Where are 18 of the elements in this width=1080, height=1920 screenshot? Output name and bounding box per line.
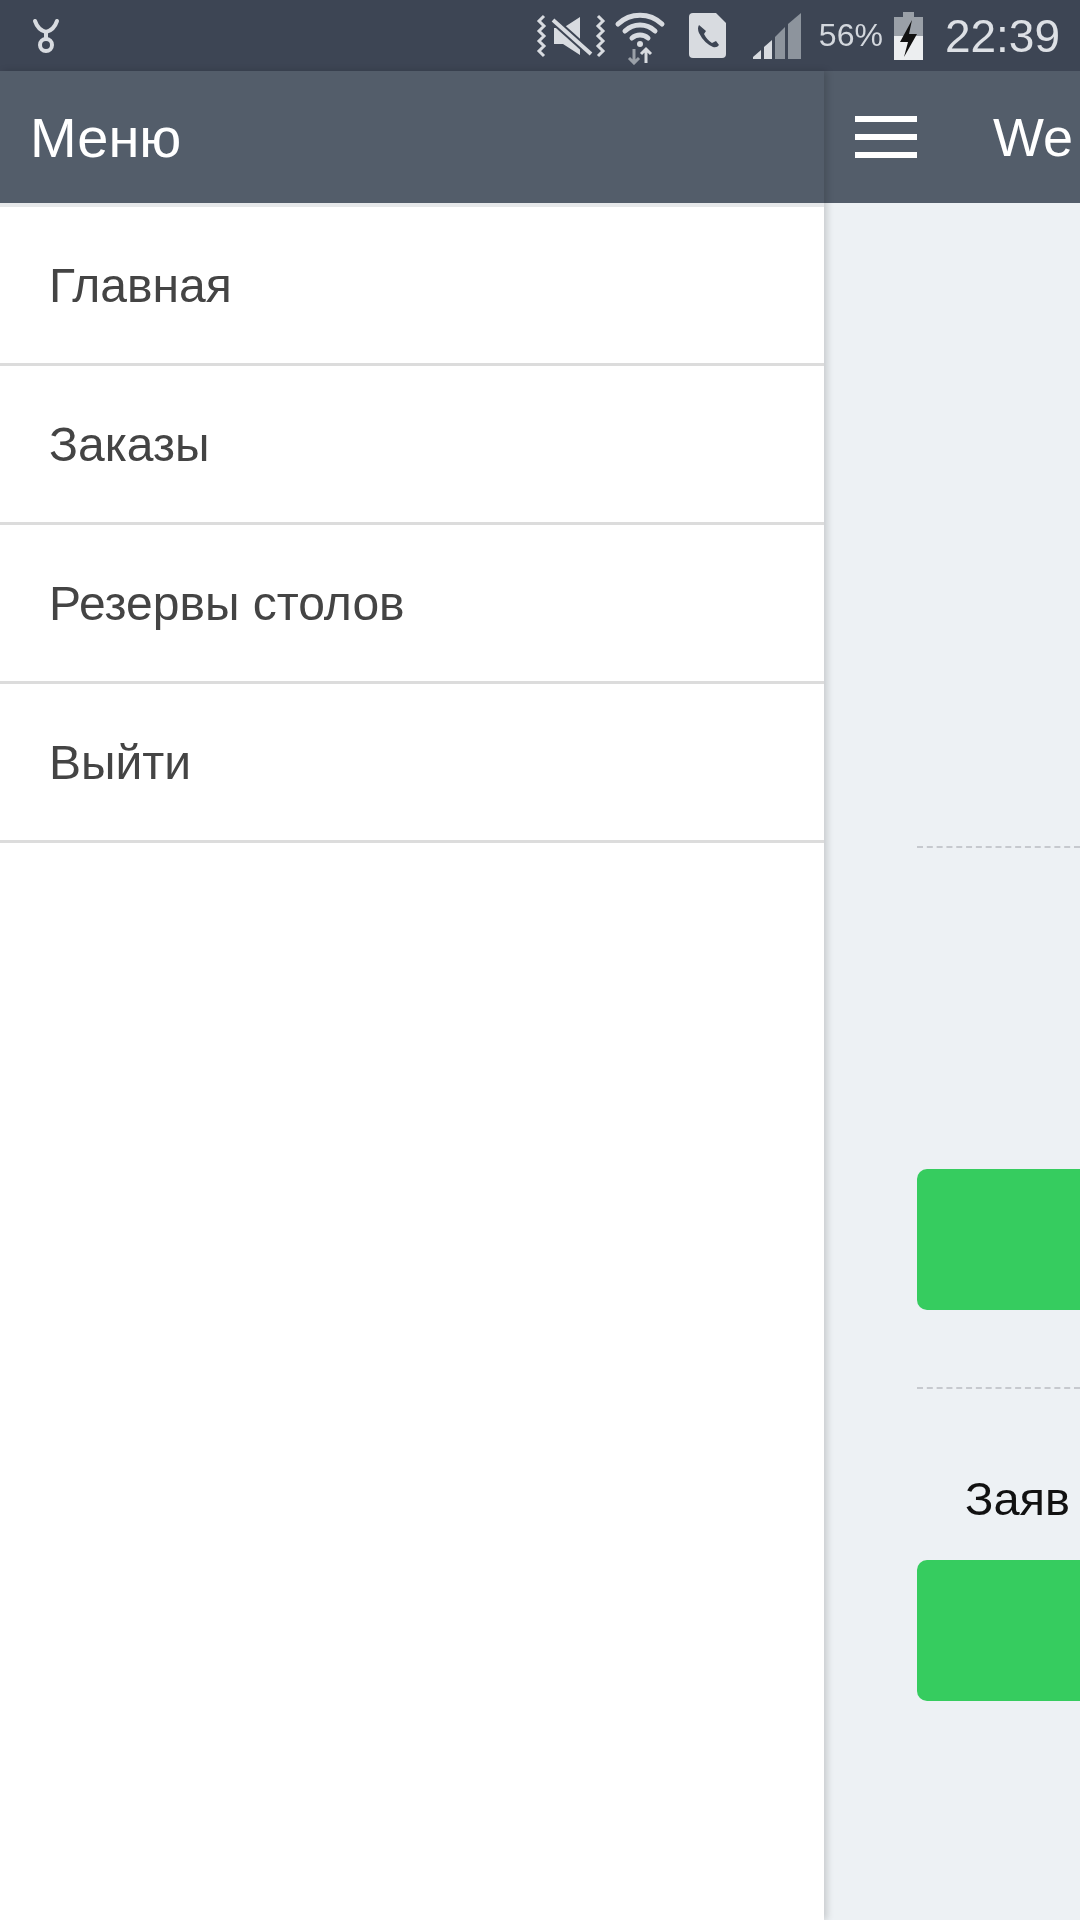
app-bar-title: We: [993, 106, 1074, 168]
drawer-menu-item[interactable]: Выйти: [0, 684, 824, 843]
drawer-menu-item[interactable]: Главная: [0, 207, 824, 366]
section-label: Заяв: [965, 1471, 1070, 1526]
menu-button[interactable]: [855, 116, 917, 158]
battery-percent: 56%: [818, 17, 883, 54]
drawer-menu-item[interactable]: Заказы: [0, 366, 824, 525]
battery-charging-icon: [893, 11, 923, 60]
signal-icon: [752, 12, 801, 59]
sim-card-icon: [688, 13, 726, 58]
action-button[interactable]: [917, 1169, 1080, 1310]
menu-icon: [855, 116, 917, 158]
vibrate-mute-icon: [535, 12, 606, 59]
drawer-title: Меню: [30, 104, 182, 170]
drawer-menu-item[interactable]: Резервы столов: [0, 525, 824, 684]
action-button[interactable]: [917, 1560, 1080, 1701]
carrier-icon: [30, 17, 62, 54]
clock-time: 22:39: [944, 8, 1060, 63]
